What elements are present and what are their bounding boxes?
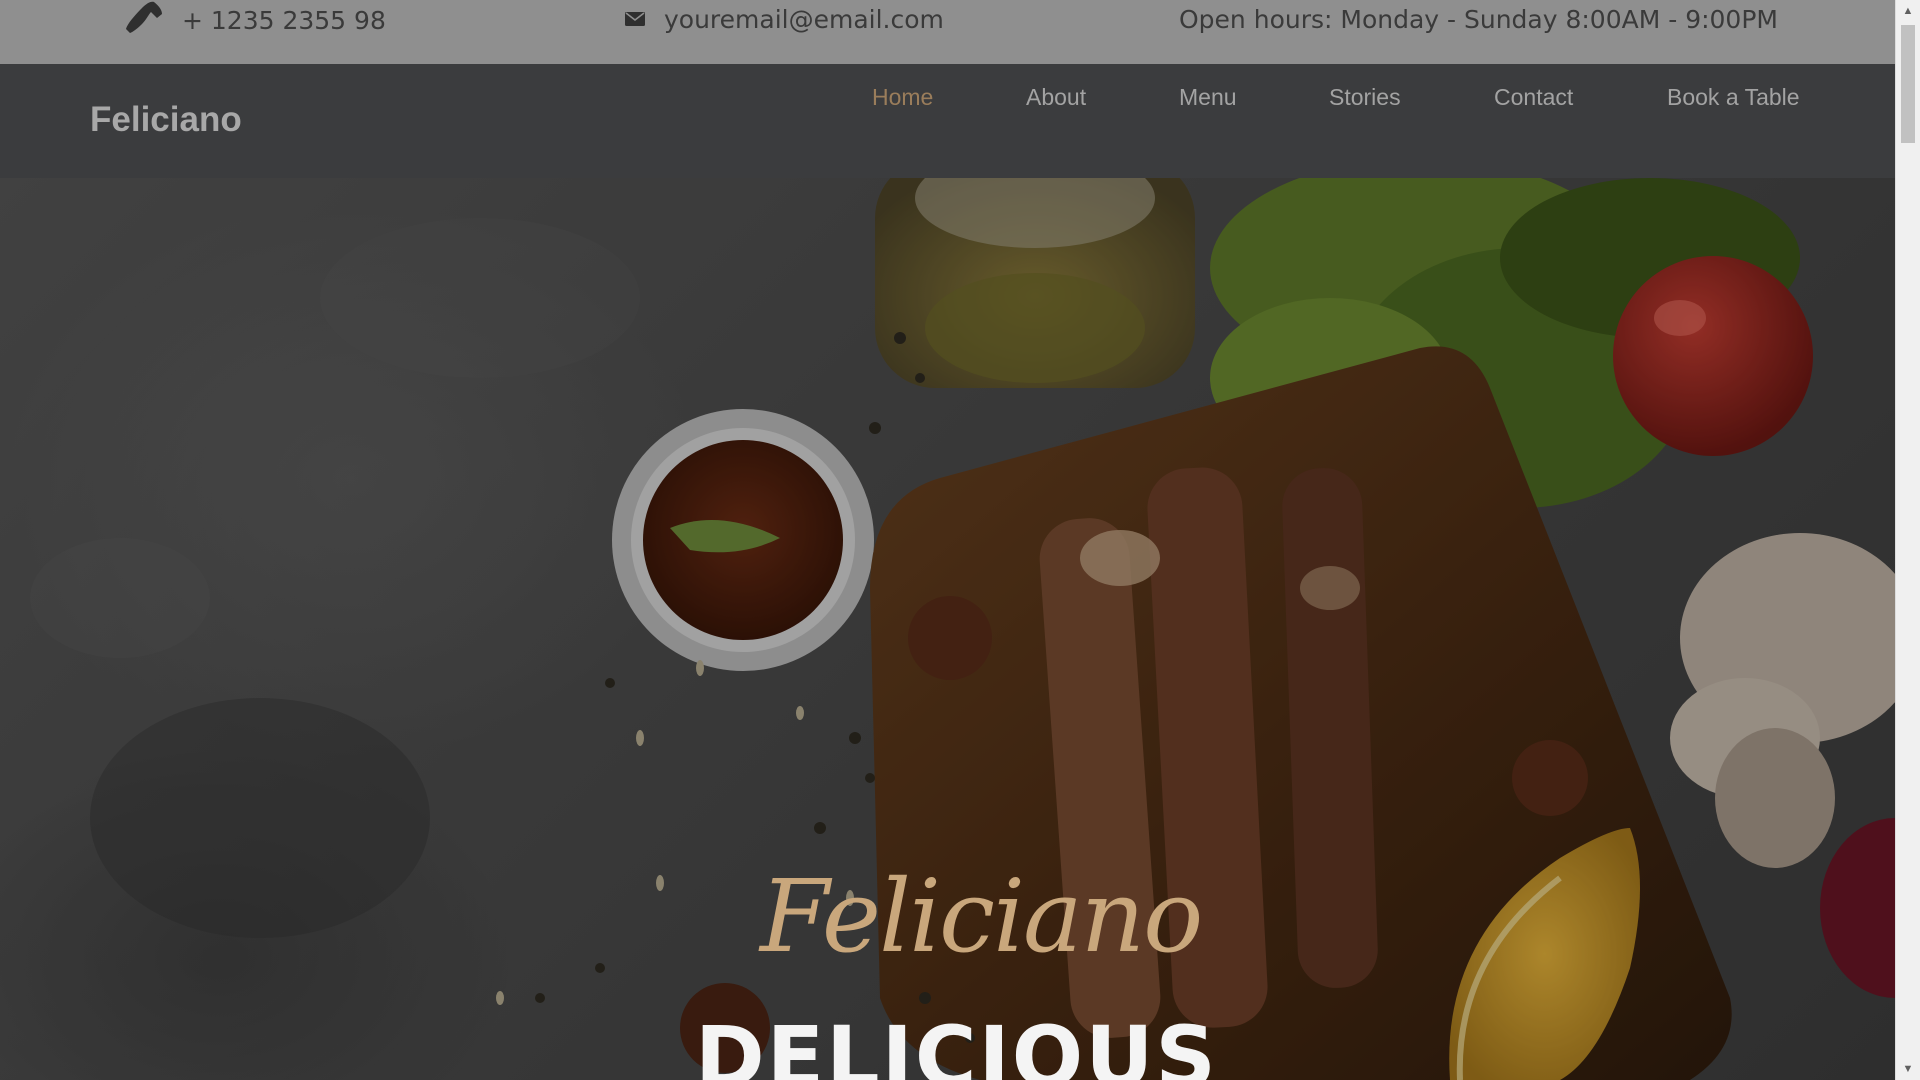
scroll-down-arrow-icon[interactable]: ▼ [1896, 1058, 1920, 1080]
phone-icon [126, 1, 162, 33]
nav-home[interactable]: Home [872, 84, 933, 111]
envelope-icon [625, 12, 645, 26]
email-info[interactable]: youremail@email.com [624, 0, 944, 38]
hero-title: DELICIOUS [695, 1008, 1218, 1080]
navbar: Feliciano Home About Menu Stories Contac… [0, 64, 1895, 178]
hero-script-title: Feliciano [760, 858, 1203, 975]
top-info-bar: + 1235 2355 98 youremail@email.com Open … [0, 0, 1895, 64]
phone-number: + 1235 2355 98 [182, 5, 386, 35]
scrollbar-thumb[interactable] [1901, 25, 1915, 143]
nav-contact[interactable]: Contact [1494, 84, 1573, 111]
nav-about[interactable]: About [1026, 84, 1086, 111]
hero-section: Feliciano DELICIOUS [0, 178, 1895, 1080]
scroll-up-arrow-icon[interactable]: ▲ [1896, 0, 1920, 22]
open-hours: Open hours: Monday - Sunday 8:00AM - 9:0… [1179, 0, 1778, 38]
nav-stories[interactable]: Stories [1329, 84, 1401, 111]
brand-logo[interactable]: Feliciano [90, 100, 242, 140]
open-hours-text: Open hours: Monday - Sunday 8:00AM - 9:0… [1179, 4, 1778, 34]
email-address: youremail@email.com [664, 4, 944, 34]
page: + 1235 2355 98 youremail@email.com Open … [0, 0, 1920, 1080]
nav-menu[interactable]: Menu [1179, 84, 1237, 111]
nav-book-a-table[interactable]: Book a Table [1667, 84, 1800, 111]
phone-info[interactable]: + 1235 2355 98 [124, 0, 386, 40]
page-scrollbar[interactable]: ▲ ▼ [1895, 0, 1920, 1080]
